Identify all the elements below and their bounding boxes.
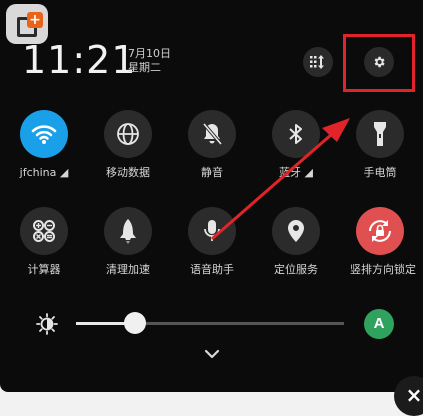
annotation-arrow-icon xyxy=(211,118,350,240)
close-button[interactable]: × xyxy=(394,376,423,416)
brightness-icon xyxy=(36,313,58,335)
chevron-down-icon[interactable] xyxy=(204,349,220,359)
brightness-slider-thumb[interactable] xyxy=(123,312,146,334)
quick-settings-panel: + 11:21 7月10日 星期二 jfchina ◢ 移动数据 静音 ◢ 手电… xyxy=(0,0,423,392)
brightness-slider[interactable] xyxy=(76,312,344,334)
auto-brightness-button[interactable]: A xyxy=(364,309,394,339)
